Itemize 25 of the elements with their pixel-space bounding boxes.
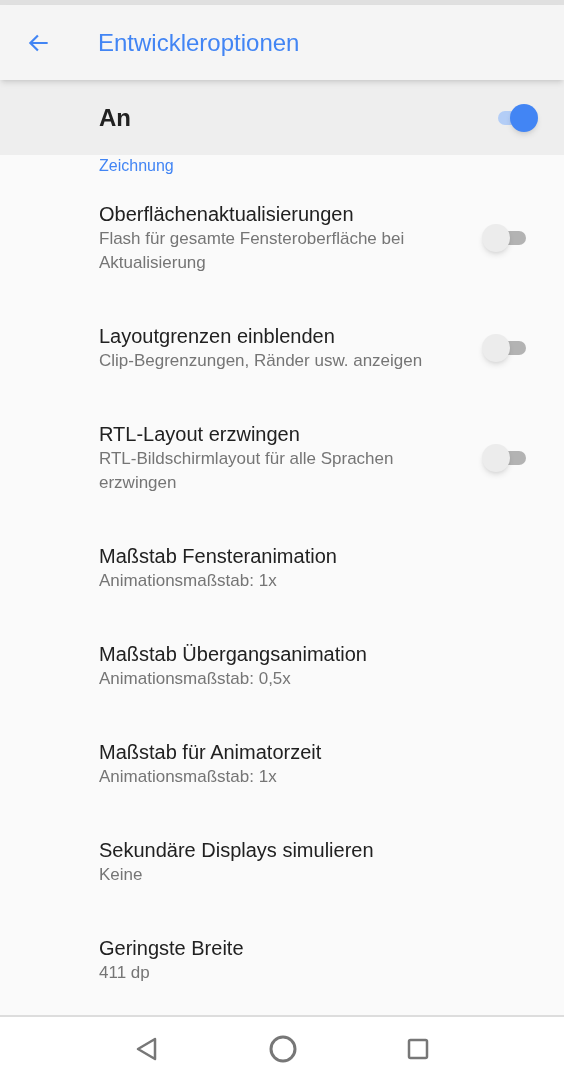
- setting-title[interactable]: Oberflächenaktualisierungen: [99, 201, 452, 227]
- setting-title[interactable]: Geringste Breite: [99, 935, 498, 961]
- setting-summary: 411 dp: [99, 962, 151, 984]
- home-icon[interactable]: [268, 1033, 298, 1064]
- setting-summary: Flash für gesamte Fensteroberfläche bei Aktualisierung: [99, 228, 406, 274]
- section-header: Zeichnung: [99, 156, 175, 176]
- toggle-switch[interactable]: [482, 444, 528, 472]
- setting-summary: Clip-Begrenzungen, Ränder usw. anzeigen: [99, 350, 424, 372]
- back-icon[interactable]: [134, 1035, 159, 1062]
- setting-summary: Keine: [99, 864, 144, 886]
- setting-title[interactable]: Sekundäre Displays simulieren: [99, 837, 498, 863]
- master-switch-label: An: [99, 102, 132, 133]
- setting-title[interactable]: RTL-Layout erzwingen: [99, 421, 452, 447]
- toggle-switch[interactable]: [482, 334, 528, 362]
- setting-title[interactable]: Maßstab Übergangsanimation: [99, 641, 498, 667]
- setting-title[interactable]: Maßstab für Animatorzeit: [99, 739, 498, 765]
- setting-summary: RTL-Bildschirmlayout für alle Sprachen erzwingen: [99, 448, 395, 494]
- screen-title: Entwickleroptionen: [98, 27, 300, 58]
- setting-summary: Animationsmaßstab: 0,5x: [99, 668, 292, 690]
- setting-title[interactable]: Maßstab Fensteranimation: [99, 543, 498, 569]
- setting-summary: Animationsmaßstab: 1x: [99, 766, 278, 788]
- toggle-switch[interactable]: [482, 224, 528, 252]
- setting-summary: Animationsmaßstab: 1x: [99, 570, 278, 592]
- recents-icon[interactable]: [407, 1037, 430, 1060]
- setting-title[interactable]: Layoutgrenzen einblenden: [99, 323, 452, 349]
